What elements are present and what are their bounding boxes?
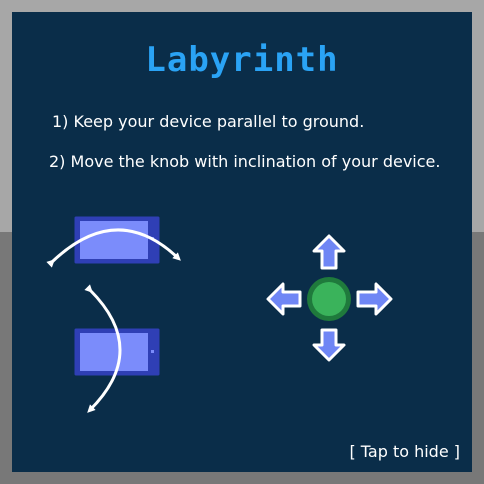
tilt-left-right-icon <box>46 215 181 268</box>
illustration-layer <box>46 215 393 413</box>
joystick-knob-icon <box>307 277 351 321</box>
arrow-up-icon <box>312 234 346 270</box>
arrow-down-icon <box>312 328 346 362</box>
arrow-right-icon <box>356 282 393 316</box>
arrow-left-icon <box>266 282 302 316</box>
tilt-up-down-icon <box>73 284 161 413</box>
